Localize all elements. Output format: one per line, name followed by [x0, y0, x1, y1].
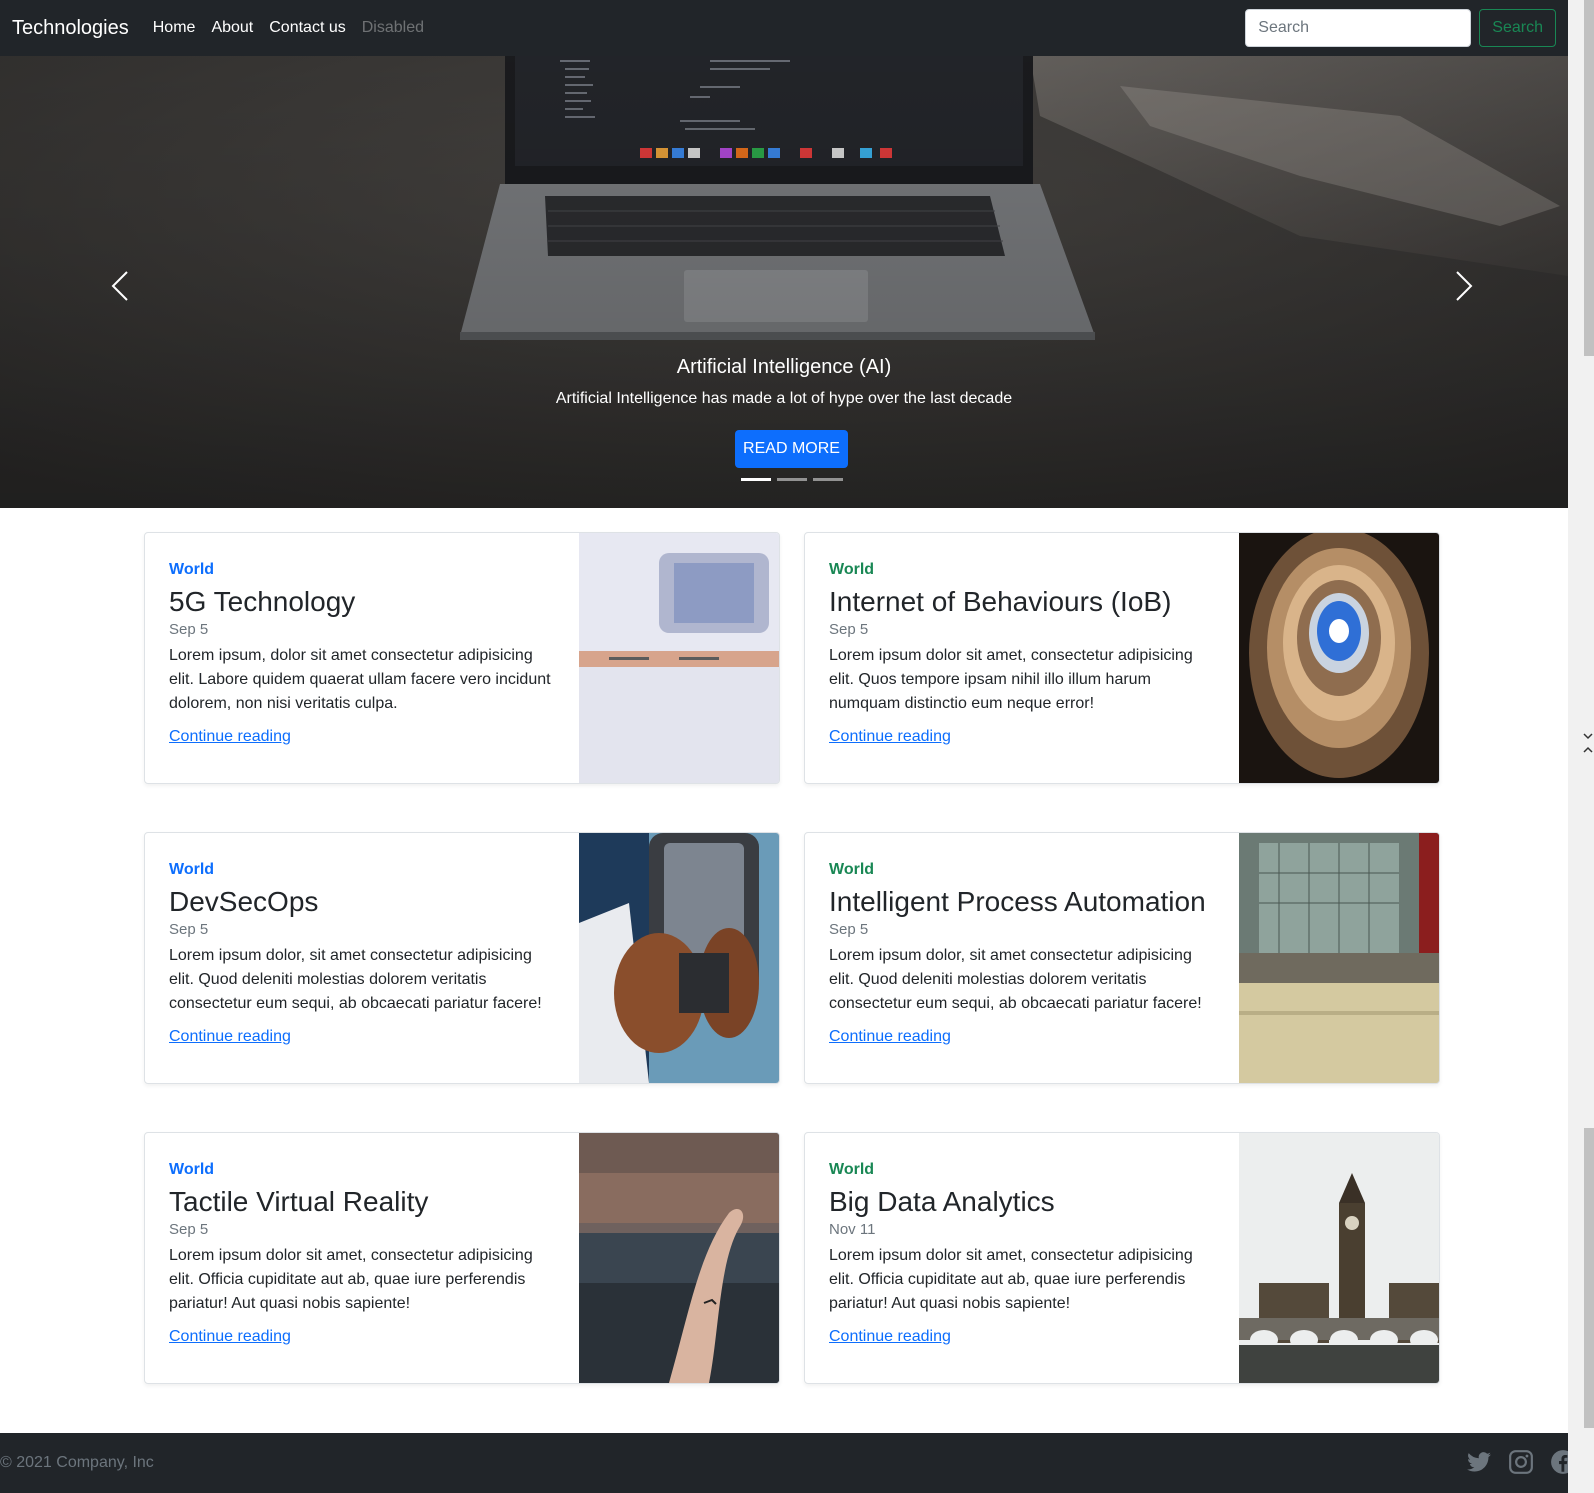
- card-image-spiral-stairs: [1239, 533, 1439, 783]
- card-category: World: [169, 1161, 215, 1178]
- card-body: World DevSecOps Sep 5 Lorem ipsum dolor,…: [145, 833, 579, 1083]
- card-image-big-ben: [1239, 1133, 1439, 1383]
- card-date: Sep 5: [169, 921, 209, 938]
- card-date: Sep 5: [829, 621, 869, 638]
- card-image-controller: [579, 833, 779, 1083]
- carousel-indicators: [741, 478, 843, 481]
- card-date: Sep 5: [169, 621, 209, 638]
- continue-reading-link[interactable]: Continue reading: [829, 1328, 951, 1346]
- card-body: World Tactile Virtual Reality Sep 5 Lore…: [145, 1133, 579, 1383]
- card-title: DevSecOps: [169, 886, 319, 917]
- card-category: World: [169, 861, 215, 878]
- card-image-tablet: [579, 533, 779, 783]
- footer: © 2021 Company, Inc: [0, 1433, 1594, 1493]
- card-category: World: [169, 561, 215, 578]
- card-body: World Big Data Analytics Nov 11 Lorem ip…: [805, 1133, 1239, 1383]
- scroll-arrows-icon[interactable]: [1582, 730, 1594, 760]
- read-more-button[interactable]: READ MORE: [735, 430, 848, 468]
- card-date: Nov 11: [829, 1221, 876, 1238]
- card-title: 5G Technology: [169, 586, 356, 617]
- page-scrollbar[interactable]: [1568, 0, 1594, 1493]
- card-category: World: [829, 561, 875, 578]
- card-title: Intelligent Process Automation: [829, 886, 1206, 917]
- article-card: World Intelligent Process Automation Sep…: [804, 832, 1440, 1084]
- card-image-street: [1239, 833, 1439, 1083]
- card-image-hand: [579, 1133, 779, 1383]
- nav-link-about[interactable]: About: [211, 19, 253, 37]
- card-category: World: [829, 861, 875, 878]
- card-title: Internet of Behaviours (IoB): [829, 586, 1172, 617]
- card-body: World 5G Technology Sep 5 Lorem ipsum, d…: [145, 533, 579, 783]
- nav-link-disabled: Disabled: [361, 19, 424, 36]
- carousel-next-button[interactable]: [1434, 256, 1494, 316]
- card-date: Sep 5: [829, 921, 869, 938]
- article-grid: World 5G Technology Sep 5 Lorem ipsum, d…: [144, 532, 1440, 1384]
- continue-reading-link[interactable]: Continue reading: [829, 1028, 951, 1046]
- hero-carousel: Artificial Intelligence (AI) Artificial …: [0, 56, 1568, 508]
- continue-reading-link[interactable]: Continue reading: [169, 1328, 291, 1346]
- chevron-right-icon: [1456, 271, 1473, 301]
- copyright-text: © 2021 Company, Inc: [0, 1454, 154, 1471]
- card-text: Lorem ipsum dolor sit amet, consectetur …: [169, 1247, 533, 1312]
- brand-link[interactable]: Technologies: [12, 17, 129, 40]
- article-card: World Big Data Analytics Nov 11 Lorem ip…: [804, 1132, 1440, 1384]
- card-body: World Intelligent Process Automation Sep…: [805, 833, 1239, 1083]
- card-category: World: [829, 1161, 875, 1178]
- article-card: World DevSecOps Sep 5 Lorem ipsum dolor,…: [144, 832, 780, 1084]
- instagram-icon[interactable]: [1508, 1449, 1534, 1475]
- hero-text: Artificial Intelligence has made a lot o…: [555, 390, 1013, 407]
- card-body: World Internet of Behaviours (IoB) Sep 5…: [805, 533, 1239, 783]
- chevron-left-icon: [111, 271, 128, 301]
- social-links: [1466, 1449, 1576, 1475]
- card-text: Lorem ipsum dolor, sit amet consectetur …: [829, 947, 1202, 1012]
- nav-link-contact[interactable]: Contact us: [269, 19, 345, 37]
- nav-link-home[interactable]: Home: [153, 19, 196, 37]
- continue-reading-link[interactable]: Continue reading: [169, 1028, 291, 1046]
- carousel-indicator-2[interactable]: [777, 478, 807, 481]
- search-input[interactable]: [1245, 9, 1472, 47]
- carousel-prev-button[interactable]: [90, 256, 150, 316]
- search-button[interactable]: Search: [1479, 9, 1556, 47]
- card-title: Big Data Analytics: [829, 1186, 1055, 1217]
- navbar: Technologies Home About Contact us Disab…: [0, 0, 1568, 56]
- scrollbar-thumb[interactable]: [1584, 0, 1594, 356]
- continue-reading-link[interactable]: Continue reading: [829, 728, 951, 746]
- carousel-indicator-1[interactable]: [741, 478, 771, 481]
- continue-reading-link[interactable]: Continue reading: [169, 728, 291, 746]
- card-text: Lorem ipsum dolor sit amet, consectetur …: [829, 1247, 1193, 1312]
- card-title: Tactile Virtual Reality: [169, 1186, 429, 1217]
- card-text: Lorem ipsum dolor, sit amet consectetur …: [169, 947, 542, 1012]
- twitter-icon[interactable]: [1466, 1449, 1492, 1475]
- scrollbar-thumb-secondary[interactable]: [1584, 1128, 1594, 1428]
- article-card: World 5G Technology Sep 5 Lorem ipsum, d…: [144, 532, 780, 784]
- hero-title: Artificial Intelligence (AI): [676, 356, 892, 378]
- card-date: Sep 5: [169, 1221, 209, 1238]
- article-card: World Tactile Virtual Reality Sep 5 Lore…: [144, 1132, 780, 1384]
- article-card: World Internet of Behaviours (IoB) Sep 5…: [804, 532, 1440, 784]
- card-text: Lorem ipsum, dolor sit amet consectetur …: [169, 647, 551, 712]
- carousel-indicator-3[interactable]: [813, 478, 843, 481]
- card-text: Lorem ipsum dolor sit amet, consectetur …: [829, 647, 1193, 712]
